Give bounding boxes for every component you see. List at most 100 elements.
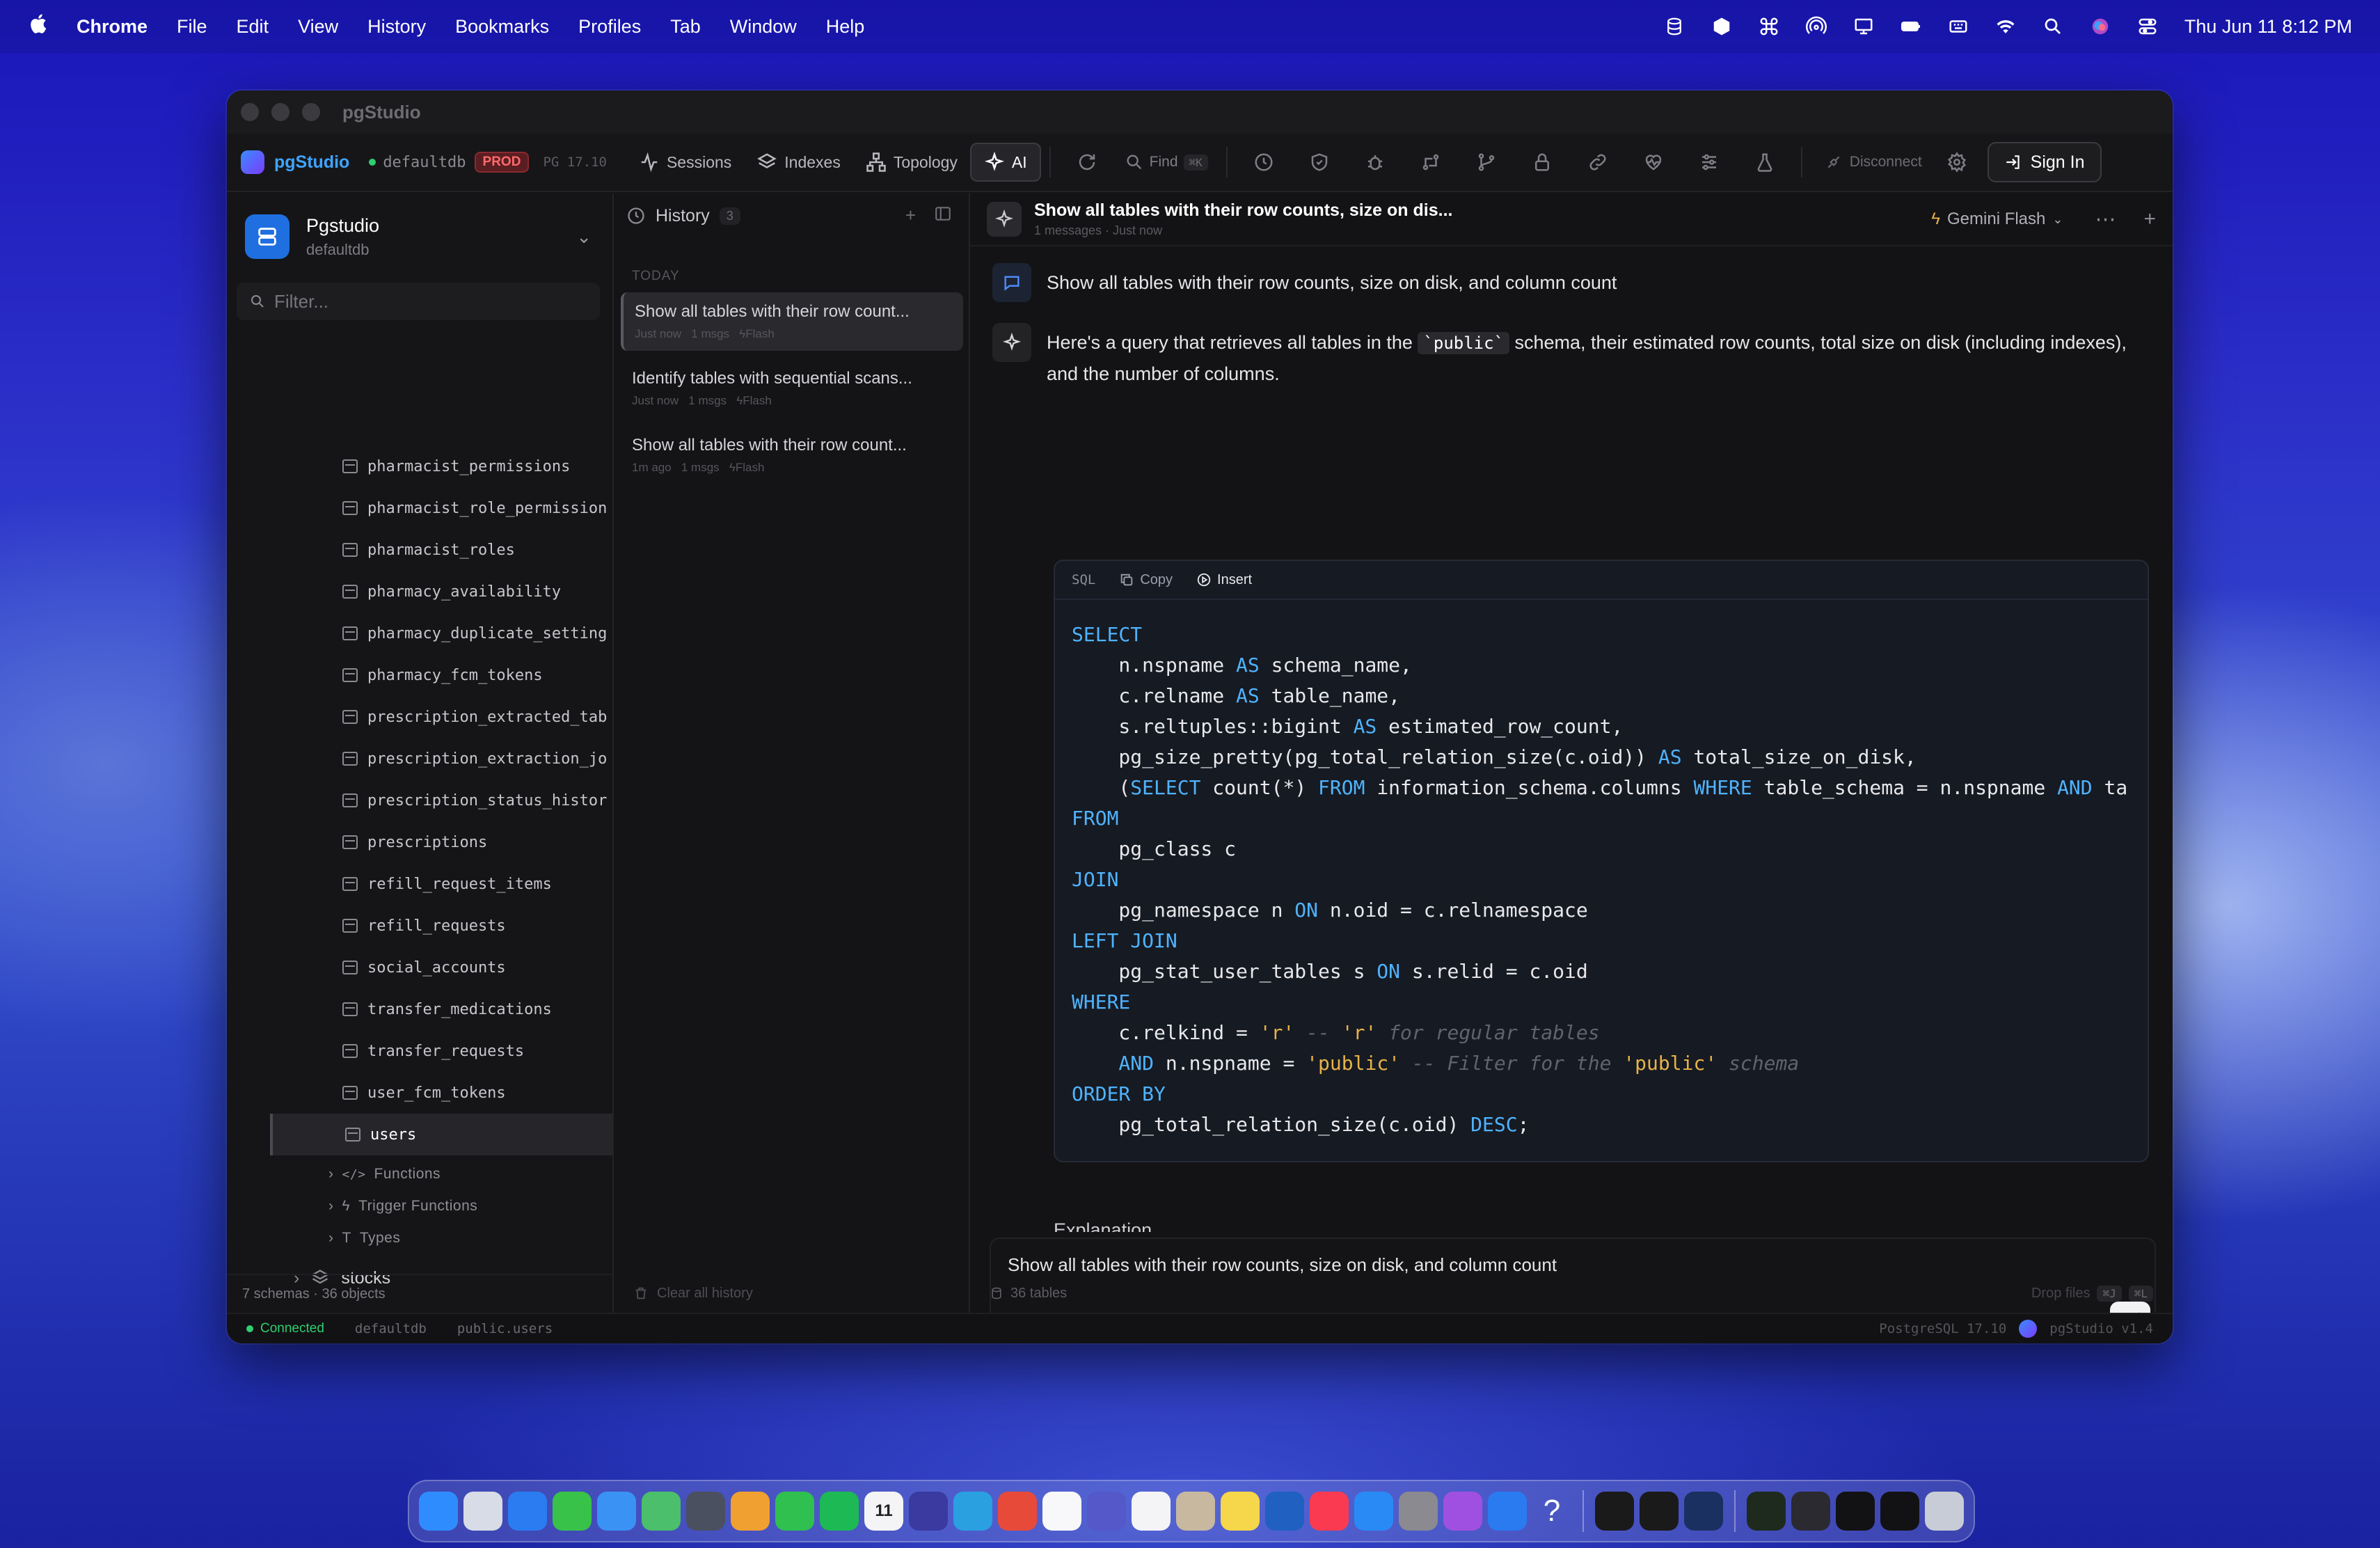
table-item[interactable]: pharmacist_roles — [227, 529, 612, 571]
menu-view[interactable]: View — [298, 16, 338, 38]
app-store-icon[interactable] — [1354, 1492, 1393, 1531]
project-selector[interactable]: Pgstudio defaultdb ⌄ — [227, 194, 612, 273]
table-item[interactable]: pharmacist_role_permission — [227, 487, 612, 529]
messages-icon[interactable] — [553, 1492, 592, 1531]
menu-edit[interactable]: Edit — [237, 16, 269, 38]
screen-window-2-icon[interactable] — [1836, 1492, 1875, 1531]
facetime-icon[interactable] — [775, 1492, 814, 1531]
refresh-icon[interactable] — [1059, 143, 1115, 182]
clear-history-button[interactable]: Clear all history — [614, 1274, 969, 1313]
disconnect-button[interactable]: Disconnect — [1811, 153, 1936, 171]
table-item[interactable]: pharmacy_availability — [227, 571, 612, 613]
tree-group-functions[interactable]: › </> Functions — [227, 1158, 612, 1190]
podcasts-icon[interactable] — [1443, 1492, 1482, 1531]
new-chat-plus-icon[interactable]: + — [905, 205, 916, 228]
database-status-icon[interactable] — [1664, 17, 1685, 35]
heart-pulse-icon[interactable] — [1626, 143, 1681, 182]
cube-icon[interactable] — [1711, 17, 1732, 35]
new-chat-plus-icon[interactable]: + — [2143, 207, 2156, 232]
screen-window-1-icon[interactable] — [1791, 1492, 1830, 1531]
preview-icon[interactable] — [686, 1492, 725, 1531]
music-icon[interactable] — [1310, 1492, 1349, 1531]
box-app-2-icon[interactable] — [1640, 1492, 1679, 1531]
safari-icon[interactable] — [508, 1492, 547, 1531]
flask-icon[interactable] — [1737, 143, 1793, 182]
siri-icon[interactable] — [2090, 18, 2111, 35]
command-icon[interactable] — [1759, 17, 1779, 35]
arc-icon[interactable] — [1042, 1492, 1081, 1531]
tree-group-trigger-functions[interactable]: › ϟ Trigger Functions — [227, 1190, 612, 1222]
notes-icon[interactable] — [1221, 1492, 1260, 1531]
shield-icon[interactable] — [1292, 143, 1347, 182]
table-item-selected[interactable]: users — [270, 1114, 612, 1155]
model-selector[interactable]: ϟ Gemini Flash ⌄ — [1920, 210, 2074, 229]
indexes-tab[interactable]: Indexes — [744, 143, 853, 182]
ai-tab[interactable]: AI — [969, 143, 1041, 182]
settings-gear-icon[interactable] — [1936, 143, 1978, 182]
spotify-icon[interactable] — [820, 1492, 859, 1531]
table-item[interactable]: refill_request_items — [227, 863, 612, 905]
table-item[interactable]: prescription_extraction_jo — [227, 738, 612, 780]
wifi-icon[interactable] — [1995, 18, 2016, 35]
lock-icon[interactable] — [1514, 143, 1570, 182]
link-icon[interactable] — [1570, 143, 1626, 182]
spotlight-search-icon[interactable] — [2042, 18, 2063, 35]
teams-icon[interactable] — [1087, 1492, 1126, 1531]
keyboard-icon[interactable] — [1948, 18, 1969, 35]
table-item[interactable]: transfer_requests — [227, 1030, 612, 1072]
xcode-icon[interactable] — [1488, 1492, 1527, 1531]
table-item[interactable]: social_accounts — [227, 947, 612, 988]
screen-window-3-icon[interactable] — [1880, 1492, 1919, 1531]
more-options-icon[interactable]: ⋯ — [2095, 207, 2116, 232]
table-item[interactable]: refill_requests — [227, 905, 612, 947]
chevron-down-icon[interactable]: ⌄ — [576, 226, 592, 248]
apple-icon[interactable] — [28, 13, 47, 40]
telegram-icon[interactable] — [953, 1492, 992, 1531]
menubar-clock[interactable]: Thu Jun 11 8:12 PM — [2184, 16, 2352, 38]
mail-icon[interactable] — [597, 1492, 636, 1531]
copy-button[interactable]: Copy — [1119, 572, 1173, 588]
menu-profiles[interactable]: Profiles — [578, 16, 641, 38]
menu-app-name[interactable]: Chrome — [77, 16, 148, 38]
reminders-icon[interactable] — [1132, 1492, 1171, 1531]
menu-tab[interactable]: Tab — [670, 16, 701, 38]
sliders-icon[interactable] — [1681, 143, 1737, 182]
filter-input[interactable]: Filter... — [237, 283, 600, 320]
menu-history[interactable]: History — [367, 16, 426, 38]
table-item[interactable]: prescription_status_histor — [227, 780, 612, 821]
table-item[interactable]: prescriptions — [227, 821, 612, 863]
bug-icon[interactable] — [1347, 143, 1403, 182]
system-settings-icon[interactable] — [1399, 1492, 1438, 1531]
contacts-icon[interactable] — [1176, 1492, 1215, 1531]
git-compare-icon[interactable] — [1403, 143, 1459, 182]
table-item[interactable]: transfer_medications — [227, 988, 612, 1030]
menu-file[interactable]: File — [177, 16, 207, 38]
box-app-1-icon[interactable] — [1595, 1492, 1634, 1531]
insert-button[interactable]: Insert — [1196, 572, 1252, 588]
topology-tab[interactable]: Topology — [853, 143, 970, 182]
table-item[interactable]: user_fcm_tokens — [227, 1072, 612, 1114]
menu-window[interactable]: Window — [730, 16, 797, 38]
collapse-panel-icon[interactable] — [934, 205, 952, 228]
table-item[interactable]: prescription_extracted_tab — [227, 696, 612, 738]
brand-name[interactable]: pgStudio — [274, 152, 349, 173]
history-item[interactable]: Show all tables with their row count... … — [621, 292, 963, 351]
activity-monitor-icon[interactable] — [1747, 1492, 1786, 1531]
maps-icon[interactable] — [642, 1492, 681, 1531]
control-center-icon[interactable] — [2137, 18, 2158, 35]
battery-icon[interactable] — [1901, 18, 1921, 35]
photos-icon[interactable] — [731, 1492, 770, 1531]
current-database[interactable]: defaultdb — [383, 154, 466, 171]
menu-bookmarks[interactable]: Bookmarks — [455, 16, 549, 38]
sessions-tab[interactable]: Sessions — [626, 143, 744, 182]
menu-help[interactable]: Help — [826, 16, 865, 38]
trash-icon[interactable] — [1925, 1492, 1964, 1531]
freeform-icon[interactable] — [1265, 1492, 1304, 1531]
calendar-icon[interactable]: 11 — [864, 1492, 903, 1531]
help-icon[interactable]: ? — [1532, 1492, 1571, 1531]
zoom-window-button[interactable] — [302, 103, 320, 121]
launchpad-icon[interactable] — [463, 1492, 502, 1531]
airdrop-icon[interactable] — [1805, 16, 1827, 35]
display-icon[interactable] — [1853, 18, 1874, 35]
minimize-window-button[interactable] — [271, 103, 289, 121]
